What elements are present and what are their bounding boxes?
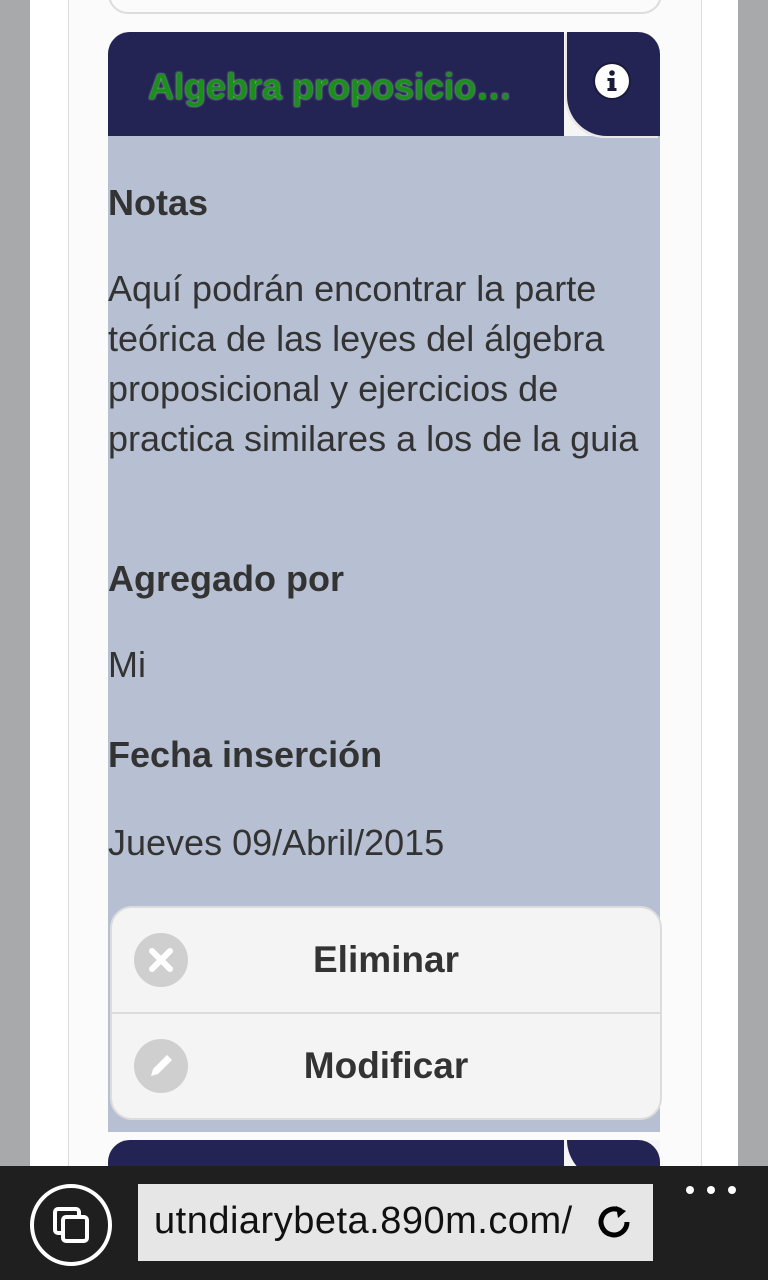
previous-card-bottom (108, 0, 662, 14)
action-button-group: Eliminar Modificar (110, 906, 662, 1120)
notes-value: Aquí podrán encontrar la parte teórica d… (108, 268, 639, 459)
date-value: Jueves 09/Abril/2015 (108, 822, 445, 863)
added-by-value: Mi (108, 644, 146, 685)
address-bar[interactable]: utndiarybeta.890m.com/ (138, 1184, 653, 1261)
tabs-icon[interactable] (30, 1184, 112, 1266)
date-label: Fecha inserción (108, 734, 383, 775)
edit-button-label: Modificar (303, 1045, 469, 1086)
more-icon[interactable] (686, 1180, 736, 1200)
pencil-icon (134, 1039, 188, 1093)
close-icon (134, 933, 188, 987)
url-text[interactable]: utndiarybeta.890m.com/ (154, 1200, 573, 1243)
info-icon[interactable] (593, 62, 631, 100)
added-by-label: Agregado por (108, 558, 345, 599)
refresh-icon[interactable] (594, 1202, 634, 1242)
edit-button[interactable]: Modificar (112, 1014, 660, 1118)
delete-button-label: Eliminar (313, 939, 459, 980)
delete-button[interactable]: Eliminar (112, 908, 660, 1012)
browser-toolbar: utndiarybeta.890m.com/ (0, 1166, 768, 1280)
notes-label: Notas (108, 182, 209, 223)
card-title[interactable]: Algebra proposicional (148, 66, 528, 108)
